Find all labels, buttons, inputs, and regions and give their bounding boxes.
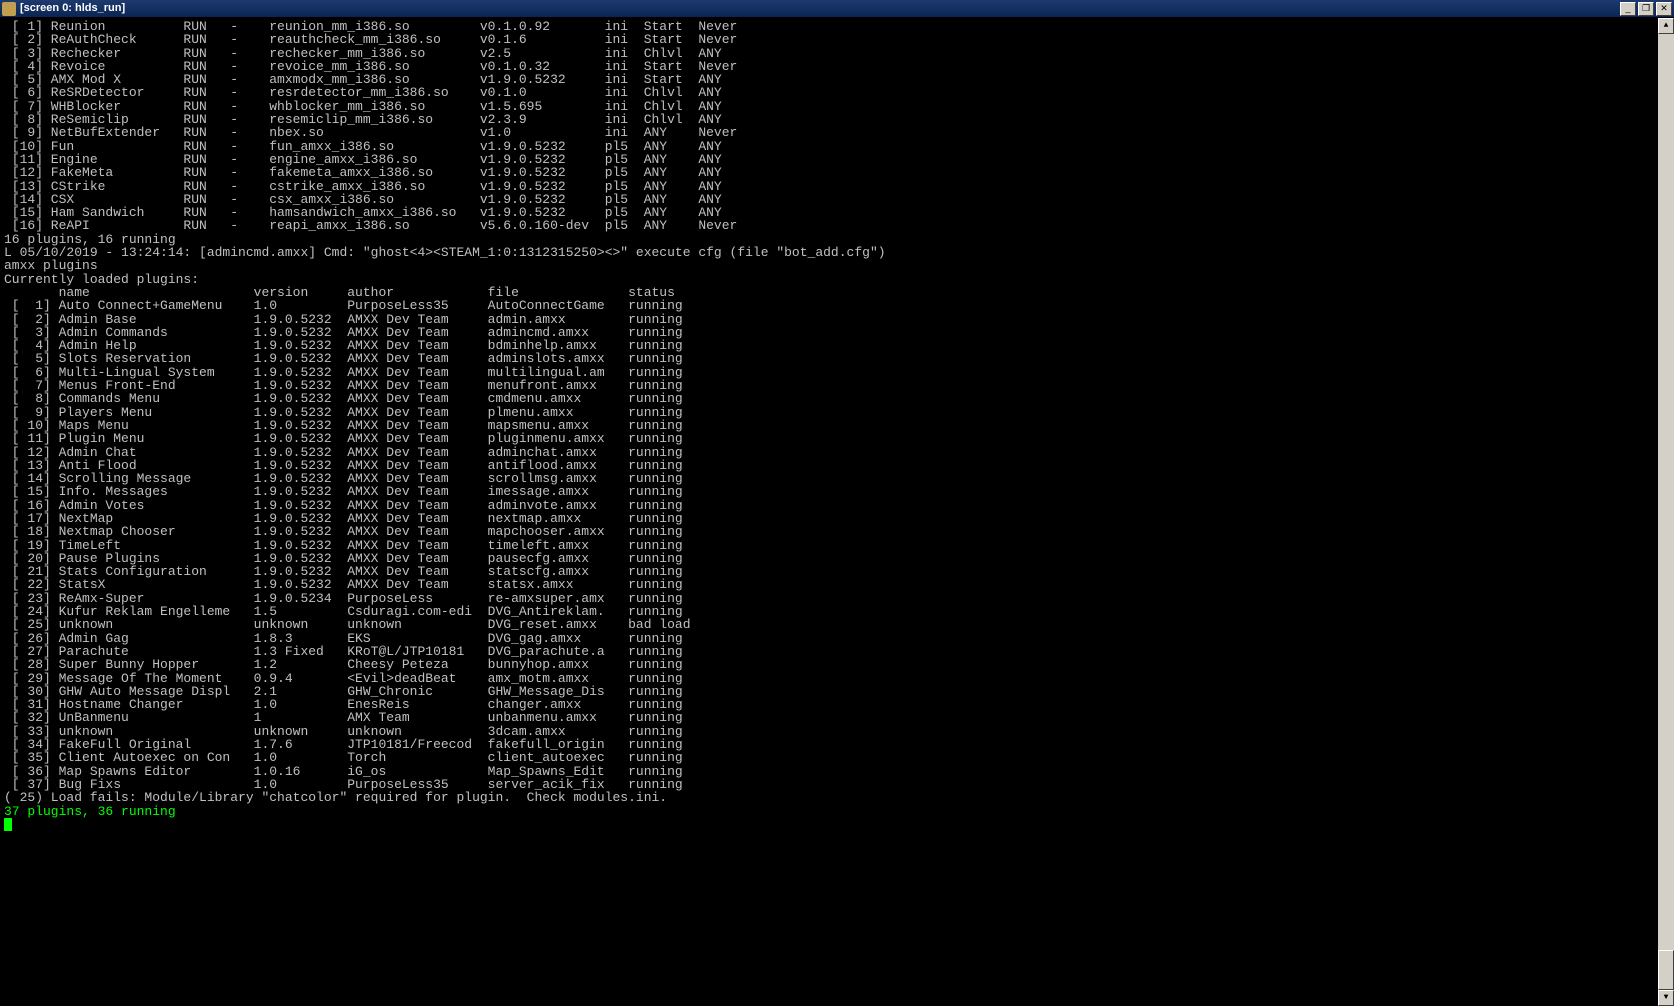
maximize-button[interactable]: ❐ [1638, 2, 1654, 16]
scroll-up-button[interactable]: ▲ [1658, 18, 1674, 34]
window-title: [screen 0: hlds_run] [20, 2, 125, 15]
scroll-thumb[interactable] [1658, 950, 1674, 990]
window-titlebar: [screen 0: hlds_run] _ ❐ ✕ [0, 0, 1674, 18]
close-button[interactable]: ✕ [1656, 2, 1672, 16]
terminal-cursor [4, 818, 12, 831]
amxx-summary-line: 37 plugins, 36 running [4, 804, 176, 819]
terminal-output[interactable]: [ 1] Reunion RUN - reunion_mm_i386.so v0… [0, 18, 1674, 1006]
scroll-down-button[interactable]: ▼ [1658, 990, 1674, 1006]
scroll-track[interactable] [1658, 34, 1674, 990]
minimize-button[interactable]: _ [1620, 2, 1636, 16]
vertical-scrollbar[interactable]: ▲ ▼ [1658, 18, 1674, 1006]
app-icon [2, 2, 16, 16]
window-buttons: _ ❐ ✕ [1620, 2, 1672, 16]
